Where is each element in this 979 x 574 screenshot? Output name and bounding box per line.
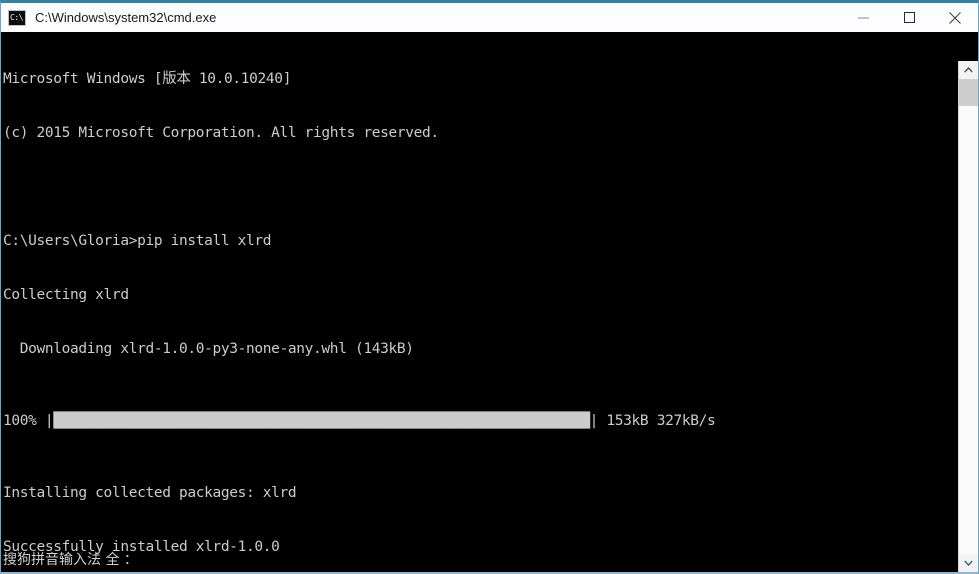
scroll-down-button[interactable] xyxy=(959,554,978,572)
console-command-line: C:\Users\Gloria>pip install xlrd xyxy=(3,233,272,249)
console-line: Installing collected packages: xlrd xyxy=(3,485,297,501)
minimize-icon xyxy=(857,17,869,19)
title-bar[interactable]: C:\ C:\Windows\system32\cmd.exe xyxy=(1,3,978,33)
cmd-icon-glyph: C:\ xyxy=(10,12,23,22)
minimize-button[interactable] xyxy=(840,3,886,32)
progress-downloaded-size: 153kB xyxy=(606,413,649,429)
chevron-down-icon xyxy=(964,560,973,566)
progress-spacer-3 xyxy=(648,413,656,429)
ime-status-bar: 搜狗拼音输入法 全 ： xyxy=(3,552,138,568)
maximize-button[interactable] xyxy=(886,3,932,32)
maximize-icon xyxy=(903,12,915,23)
progress-percent-label: 100% xyxy=(3,413,37,429)
cmd-console-icon: C:\ xyxy=(8,9,26,26)
console-line: Microsoft Windows [版本 10.0.10240] xyxy=(3,71,292,87)
download-progress-line: 100% |██████████████████████████████████… xyxy=(3,412,956,430)
window-title: C:\Windows\system32\cmd.exe xyxy=(35,10,217,25)
vertical-scrollbar[interactable] xyxy=(958,61,978,572)
console-line: Downloading xlrd-1.0.0-py3-none-any.whl … xyxy=(3,341,414,357)
close-button[interactable] xyxy=(932,3,978,32)
scrollbar-track[interactable] xyxy=(959,79,978,554)
close-icon xyxy=(949,11,961,24)
chevron-up-icon xyxy=(964,67,973,73)
scroll-up-button[interactable] xyxy=(959,61,978,79)
title-bar-left: C:\ C:\Windows\system32\cmd.exe xyxy=(1,9,840,26)
window-controls xyxy=(840,3,978,32)
console-text-buffer: Microsoft Windows [版本 10.0.10240] (c) 20… xyxy=(3,34,956,572)
cmd-window: C:\ C:\Windows\system32\cmd.exe Microsof… xyxy=(0,0,979,574)
console-area[interactable]: Microsoft Windows [版本 10.0.10240] (c) 20… xyxy=(1,32,978,572)
console-line: Successfully installed xlrd-1.0.0 xyxy=(3,539,280,555)
progress-speed: 327kB/s xyxy=(656,413,716,429)
scrollbar-thumb[interactable] xyxy=(959,79,978,106)
progress-spacer xyxy=(37,413,45,429)
progress-bar-fill: ████████████████████████████████████████… xyxy=(53,413,590,429)
console-line: Collecting xlrd xyxy=(3,287,129,303)
progress-right-delimiter: | xyxy=(589,413,599,429)
console-line: (c) 2015 Microsoft Corporation. All righ… xyxy=(3,125,439,141)
